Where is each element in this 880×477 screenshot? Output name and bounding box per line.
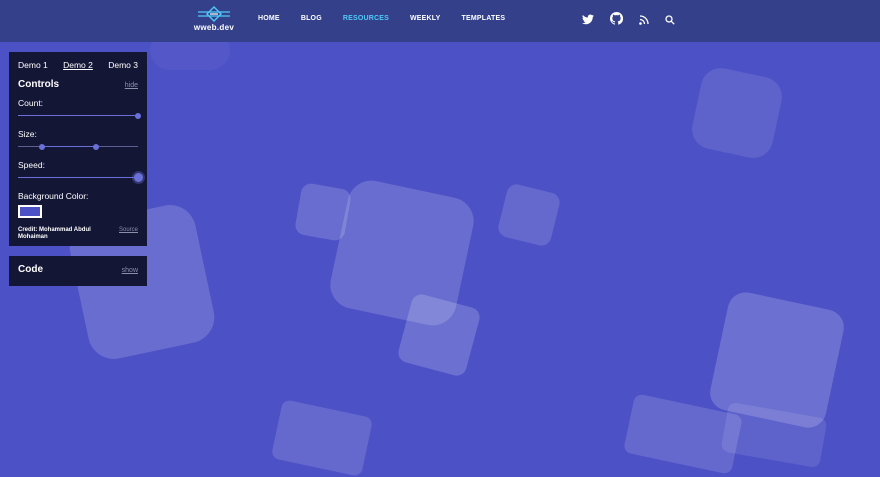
speed-slider-fill xyxy=(18,177,138,178)
decorative-shape xyxy=(270,399,374,477)
hide-controls-link[interactable]: hide xyxy=(125,82,138,89)
count-slider-thumb[interactable] xyxy=(135,112,141,119)
nav-blog[interactable]: BLOG xyxy=(301,15,322,22)
size-slider-fill xyxy=(42,146,96,147)
nav-resources[interactable]: RESOURCES xyxy=(343,15,389,22)
credit-row: Credit: Mohammad Abdul Mohaiman Source xyxy=(18,227,138,241)
size-range-slider[interactable] xyxy=(18,142,138,152)
rss-icon[interactable] xyxy=(639,12,649,30)
logo-icon xyxy=(198,6,230,22)
search-icon[interactable] xyxy=(665,12,675,30)
show-code-link[interactable]: show xyxy=(122,267,138,274)
credit-text: Credit: Mohammad Abdul Mohaiman xyxy=(18,227,91,240)
top-navigation-bar: wweb.dev HOME BLOG RESOURCES WEEKLY TEMP… xyxy=(0,0,880,42)
controls-panel: Demo 1 Demo 2 Demo 3 Controls hide Count… xyxy=(9,52,147,246)
nav-templates[interactable]: TEMPLATES xyxy=(462,15,506,22)
tab-demo-2[interactable]: Demo 2 xyxy=(63,60,93,70)
code-title: Code xyxy=(18,264,43,275)
code-header: Code show xyxy=(18,264,138,275)
source-link[interactable]: Source xyxy=(119,227,138,241)
decorative-shape xyxy=(688,64,786,162)
social-links xyxy=(582,11,691,30)
controls-header: Controls hide xyxy=(18,79,138,90)
size-slider-thumb-max[interactable] xyxy=(93,143,99,150)
count-slider-fill xyxy=(18,115,138,116)
twitter-icon[interactable] xyxy=(582,12,594,30)
speed-slider[interactable] xyxy=(18,173,143,183)
nav-weekly[interactable]: WEEKLY xyxy=(410,15,441,22)
tab-demo-1[interactable]: Demo 1 xyxy=(18,60,48,70)
demo-tabs: Demo 1 Demo 2 Demo 3 xyxy=(18,60,138,70)
controls-title: Controls xyxy=(18,79,60,90)
nav-home[interactable]: HOME xyxy=(258,15,280,22)
decorative-shape xyxy=(496,182,562,248)
background-color-picker[interactable] xyxy=(18,205,42,218)
speed-label: Speed: xyxy=(18,160,45,170)
count-slider[interactable] xyxy=(18,111,141,121)
count-label: Count: xyxy=(18,98,44,108)
tab-demo-3[interactable]: Demo 3 xyxy=(108,60,138,70)
site-logo[interactable]: wweb.dev xyxy=(192,6,236,36)
main-nav: HOME BLOG RESOURCES WEEKLY TEMPLATES xyxy=(258,15,526,22)
speed-slider-thumb[interactable] xyxy=(133,173,143,182)
github-icon[interactable] xyxy=(609,11,624,30)
background-color-label: Background Color: xyxy=(18,191,89,201)
code-panel: Code show xyxy=(9,256,147,286)
decorative-shape xyxy=(293,182,353,242)
size-slider-thumb-min[interactable] xyxy=(39,143,45,150)
size-label: Size: xyxy=(18,129,37,139)
logo-text: wweb.dev xyxy=(193,23,235,32)
